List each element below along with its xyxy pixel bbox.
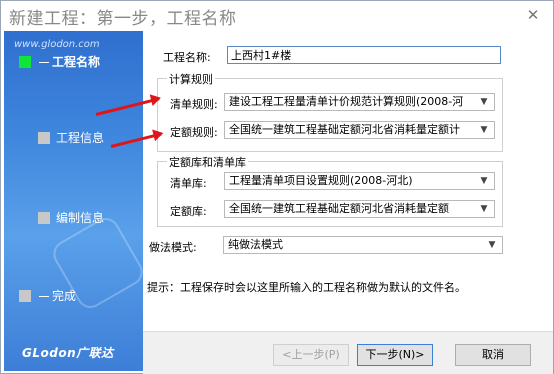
step-connector xyxy=(39,296,49,297)
bill-rule-select[interactable]: 建设工程工程量清单计价规范计算规则(2008-河 ▼ xyxy=(224,93,495,111)
quota-rule-label: 定额规则: xyxy=(170,126,218,139)
bill-rule-label: 清单规则: xyxy=(170,98,218,111)
hint-text: 提示：工程保存时会以这里所输入的工程名称做为默认的文件名。 xyxy=(147,281,466,294)
method-select[interactable]: 纯做法模式 ▼ xyxy=(223,236,503,254)
sidebar-step-finish[interactable]: 完成 xyxy=(4,287,143,305)
chevron-down-icon: ▼ xyxy=(480,176,488,186)
chevron-down-icon: ▼ xyxy=(488,240,496,250)
quota-lib-label: 定额库: xyxy=(170,205,207,218)
step-indicator-icon xyxy=(38,212,50,224)
next-button[interactable]: 下一步(N)> xyxy=(357,344,433,366)
chevron-down-icon: ▼ xyxy=(480,97,488,107)
sidebar-step-label: 编制信息 xyxy=(56,211,105,225)
project-name-input[interactable]: 上西村1#楼 xyxy=(227,46,501,64)
cancel-button[interactable]: 取消 xyxy=(455,344,531,366)
libraries-title: 定额库和清单库 xyxy=(167,154,248,170)
calc-rules-group: 计算规则 清单规则: 建设工程工程量清单计价规范计算规则(2008-河 ▼ 定额… xyxy=(157,71,503,152)
prev-button[interactable]: <上一步(P) xyxy=(273,344,349,366)
bill-rule-value: 建设工程工程量清单计价规范计算规则(2008-河 xyxy=(229,95,464,108)
bill-lib-value: 工程量清单项目设置规则(2008-河北) xyxy=(229,174,413,187)
close-icon[interactable]: ✕ xyxy=(523,5,543,25)
bill-lib-select[interactable]: 工程量清单项目设置规则(2008-河北) ▼ xyxy=(224,172,495,190)
window-title: 新建工程：第一步，工程名称 xyxy=(9,9,237,29)
quota-lib-select[interactable]: 全国统一建筑工程基础定额河北省消耗量定额 ▼ xyxy=(224,200,495,218)
quota-lib-value: 全国统一建筑工程基础定额河北省消耗量定额 xyxy=(229,202,449,215)
step-indicator-icon xyxy=(19,290,31,302)
step-indicator-icon xyxy=(19,56,31,68)
wizard-content: 工程名称: 上西村1#楼 计算规则 清单规则: 建设工程工程量清单计价规范计算规… xyxy=(143,31,553,331)
bill-lib-label: 清单库: xyxy=(170,177,207,190)
wizard-sidebar: www.glodon.com 工程名称 工程信息 编制信息 完成 GLodon广… xyxy=(4,31,143,371)
new-project-dialog: 新建工程：第一步，工程名称 ✕ www.glodon.com 工程名称 工程信息… xyxy=(0,0,554,374)
method-label: 做法模式: xyxy=(149,241,197,254)
quota-rule-value: 全国统一建筑工程基础定额河北省消耗量定额计 xyxy=(229,123,460,136)
calc-rules-title: 计算规则 xyxy=(167,71,215,87)
sidebar-step-label: 工程名称 xyxy=(52,55,101,69)
quota-rule-select[interactable]: 全国统一建筑工程基础定额河北省消耗量定额计 ▼ xyxy=(224,121,495,139)
step-indicator-icon xyxy=(38,132,50,144)
sidebar-step-label: 工程信息 xyxy=(56,131,105,145)
libraries-group: 定额库和清单库 清单库: 工程量清单项目设置规则(2008-河北) ▼ 定额库:… xyxy=(157,154,503,227)
project-name-label: 工程名称: xyxy=(163,51,211,64)
step-connector xyxy=(39,62,49,63)
sidebar-step-compile-info[interactable]: 编制信息 xyxy=(4,209,143,227)
glodon-logo: GLodon广联达 xyxy=(22,346,114,360)
sidebar-step-label: 完成 xyxy=(52,289,77,303)
method-value: 纯做法模式 xyxy=(228,238,283,251)
sidebar-step-project-name[interactable]: 工程名称 xyxy=(4,53,143,71)
title-bar: 新建工程：第一步，工程名称 ✕ xyxy=(1,1,553,31)
brand-url: www.glodon.com xyxy=(14,39,100,50)
chevron-down-icon: ▼ xyxy=(480,125,488,135)
button-bar: <上一步(P) 下一步(N)> 取消 xyxy=(143,331,553,374)
chevron-down-icon: ▼ xyxy=(480,204,488,214)
